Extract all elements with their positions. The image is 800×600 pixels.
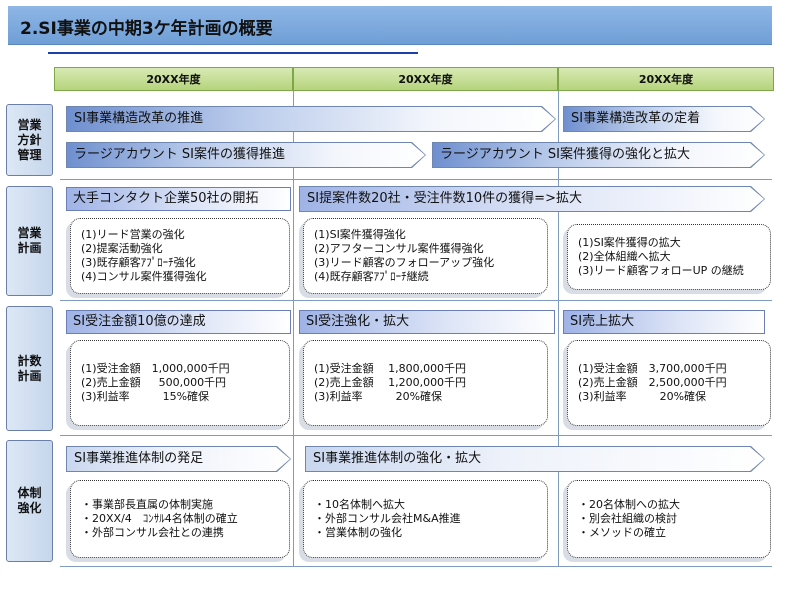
sales-plan-box-1: (1)リード営業の強化 (2)提案活動強化 (3)既存顧客ｱﾌﾟﾛｰﾁ強化 (4…: [70, 218, 290, 294]
list-item: (3)利益率 15%確保: [81, 390, 210, 403]
year-header-1: 20XX年度: [54, 67, 293, 91]
org-arrow-launch: SI事業推進体制の発足: [66, 446, 291, 472]
row-divider-3: [60, 435, 772, 436]
page-title: 2.SI事業の中期3ケ年計画の概要: [20, 19, 273, 39]
list-item: ・別会社組織の検討: [578, 512, 677, 525]
numeric-plan-box-1: (1)受注金額 1,000,000千円 (2)売上金額 500,000千円 (3…: [70, 340, 290, 426]
policy-arrow-large-account-label: ラージアカウント SI案件の獲得推進: [74, 147, 285, 162]
list-item: (2)全体組織へ拡大: [578, 250, 671, 263]
list-item: (1)受注金額 3,700,000千円: [578, 362, 727, 375]
row-label-sales-plan: 営業 計画: [6, 186, 53, 296]
row-divider-1: [60, 179, 772, 180]
list-item: (3)利益率 20%確保: [578, 390, 707, 403]
org-arrow-expand: SI事業推進体制の強化・拡大: [305, 446, 765, 472]
policy-arrow-establish: SI事業構造改革の定着: [563, 106, 765, 132]
org-arrow-launch-label: SI事業推進体制の発足: [74, 451, 204, 466]
row-label-numeric-plan: 計数 計画: [6, 306, 53, 431]
list-item: (3)既存顧客ｱﾌﾟﾛｰﾁ強化: [81, 256, 196, 269]
year-header-3: 20XX年度: [558, 67, 774, 91]
policy-arrow-restructure: SI事業構造改革の推進: [66, 106, 556, 132]
list-item: (3)リード顧客フォローUP の継続: [578, 264, 744, 277]
sales-goal-1: 大手コンタクト企業50社の開拓: [66, 187, 291, 211]
sales-plan-box-2: (1)SI案件獲得強化 (2)アフターコンサル案件獲得強化 (3)リード顧客のフ…: [303, 218, 548, 294]
row-divider-4: [60, 566, 772, 567]
list-item: ・外部コンサル会社との連携: [81, 526, 224, 539]
list-item: (2)売上金額 2,500,000千円: [578, 376, 727, 389]
list-item: ・10名体制へ拡大: [314, 498, 405, 511]
list-item: (1)リード営業の強化: [81, 228, 185, 241]
org-box-3: ・20名体制への拡大 ・別会社組織の検討 ・メソッドの確立: [567, 480, 771, 558]
row-label-organization: 体制 強化: [6, 440, 53, 562]
list-item: (3)利益率 20%確保: [314, 390, 443, 403]
list-item: (1)SI案件獲得強化: [314, 228, 406, 241]
policy-arrow-establish-label: SI事業構造改革の定着: [571, 111, 701, 126]
list-item: (4)既存顧客ｱﾌﾟﾛｰﾁ継続: [314, 270, 429, 283]
title-underline: [48, 52, 418, 54]
sales-plan-box-3: (1)SI案件獲得の拡大 (2)全体組織へ拡大 (3)リード顧客フォローUP の…: [567, 224, 771, 290]
list-item: ・20名体制への拡大: [578, 498, 680, 511]
list-item: (2)売上金額 500,000千円: [81, 376, 227, 389]
numeric-plan-box-3: (1)受注金額 3,700,000千円 (2)売上金額 2,500,000千円 …: [567, 340, 771, 426]
row-label-sales-policy: 営業 方針 管理: [6, 104, 53, 176]
org-arrow-expand-label: SI事業推進体制の強化・拡大: [313, 451, 482, 466]
list-item: (1)受注金額 1,800,000千円: [314, 362, 467, 375]
list-item: (3)リード顧客のフォローアップ強化: [314, 256, 495, 269]
policy-arrow-large-account-expand: ラージアカウント SI案件獲得の強化と拡大: [432, 142, 765, 168]
year-header-2: 20XX年度: [293, 67, 558, 91]
list-item: (2)売上金額 1,200,000千円: [314, 376, 467, 389]
numeric-goal-3: SI売上拡大: [563, 310, 765, 334]
title-bar: 2.SI事業の中期3ケ年計画の概要: [8, 6, 772, 45]
row-divider-2: [60, 300, 772, 301]
policy-arrow-restructure-label: SI事業構造改革の推進: [74, 111, 204, 126]
list-item: (2)アフターコンサル案件獲得強化: [314, 242, 484, 255]
policy-arrow-large-account: ラージアカウント SI案件の獲得推進: [66, 142, 426, 168]
list-item: (1)SI案件獲得の拡大: [578, 236, 681, 249]
list-item: ・20XX/4 ｺﾝｻﾙ4名体制の確立: [81, 512, 238, 525]
sales-goal-2-label: SI提案件数20社・受注件数10件の獲得=>拡大: [307, 191, 582, 206]
org-box-2: ・10名体制へ拡大 ・外部コンサル会社M&A推進 ・営業体制の強化: [303, 480, 548, 558]
list-item: (1)受注金額 1,000,000千円: [81, 362, 230, 375]
list-item: (2)提案活動強化: [81, 242, 163, 255]
numeric-goal-2: SI受注強化・拡大: [299, 310, 555, 334]
numeric-goal-1: SI受注金額10億の達成: [66, 310, 291, 334]
list-item: ・外部コンサル会社M&A推進: [314, 512, 461, 525]
sales-goal-2-arrow: SI提案件数20社・受注件数10件の獲得=>拡大: [299, 186, 765, 212]
list-item: ・メソッドの確立: [578, 526, 666, 539]
list-item: ・事業部長直属の体制実施: [81, 498, 213, 511]
list-item: ・営業体制の強化: [314, 526, 402, 539]
numeric-plan-box-2: (1)受注金額 1,800,000千円 (2)売上金額 1,200,000千円 …: [303, 340, 548, 426]
list-item: (4)コンサル案件獲得強化: [81, 270, 207, 283]
policy-arrow-large-account-expand-label: ラージアカウント SI案件獲得の強化と拡大: [440, 147, 690, 162]
org-box-1: ・事業部長直属の体制実施 ・20XX/4 ｺﾝｻﾙ4名体制の確立 ・外部コンサル…: [70, 480, 290, 558]
